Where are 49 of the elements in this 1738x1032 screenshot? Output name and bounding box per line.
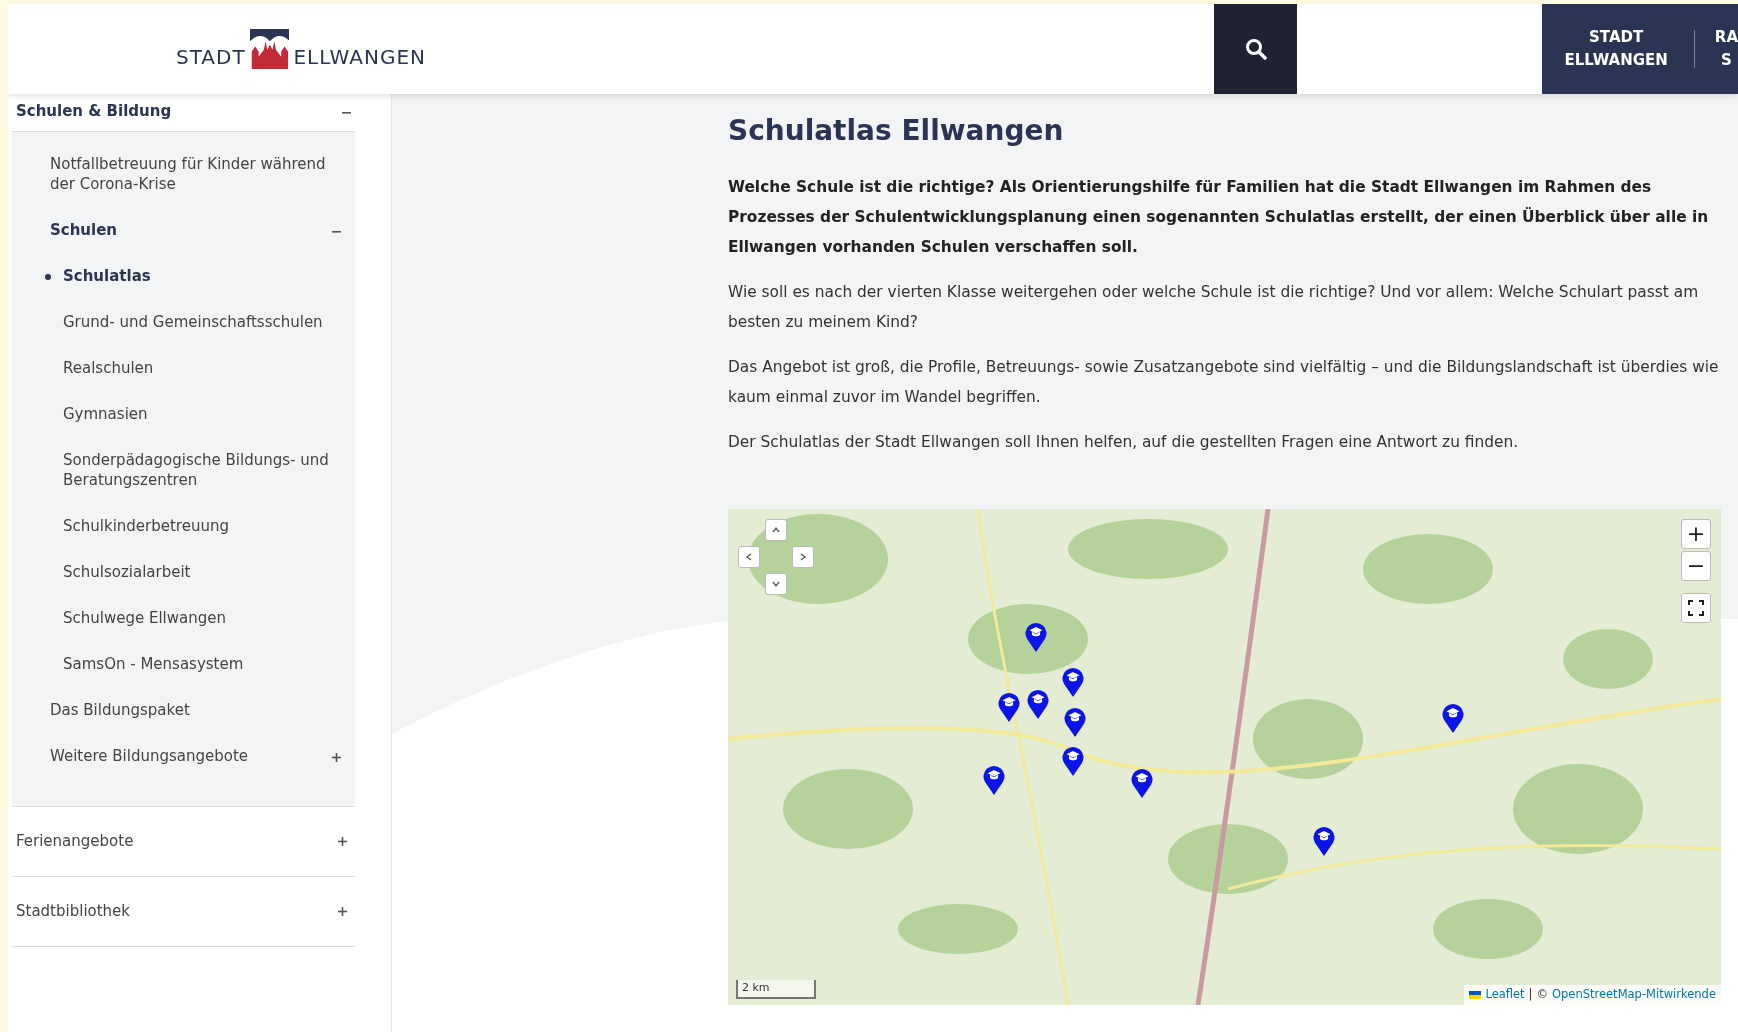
sidebar-item[interactable]: SamsOn - Mensasystem: [12, 654, 355, 700]
fullscreen-button[interactable]: [1681, 592, 1711, 623]
logo[interactable]: STADT ELLWANGEN: [176, 26, 426, 72]
sidebar-item[interactable]: Weitere Bildungsangebote: [12, 746, 355, 792]
search-button[interactable]: [1214, 4, 1298, 94]
paragraph: Welche Schule ist die richtige? Als Orientierungshilfe für Familien hat die Stadt Ellwangen im Rahmen des Prozesses der Schulentwicklungsplanung einen sogenannten Schulatlas erstellt, der einen Überblick über alle in Ellwangen vorhanden Schulen verschaffen soll.: [728, 176, 1710, 258]
nav-link[interactable]: RA S: [1694, 4, 1738, 94]
section-label: Schulen & Bildung: [16, 101, 172, 122]
logo-text: ELLWANGEN: [293, 44, 426, 71]
scale-bar: 2 km: [736, 980, 816, 999]
zoom-in-button[interactable]: +: [1681, 518, 1711, 549]
paragraph: Wie soll es nach der vierten Klasse weitergehen oder welche Schule ist die richtige? Und vor allem: Welche Schulart passt am besten zu meinem Kind?: [728, 281, 1700, 333]
pan-right-button[interactable]: [792, 545, 814, 568]
attribution-link[interactable]: OpenStreetMap-Mitwirkende: [1551, 986, 1716, 1004]
sidebar-item[interactable]: Realschulen: [12, 358, 355, 404]
logo-text: STADT: [176, 44, 246, 71]
sidebar-item[interactable]: Notfallbetreuung für Kinder während der Corona-Krise: [12, 154, 355, 220]
sidebar-item[interactable]: Schulatlas: [12, 266, 355, 312]
sidebar-item[interactable]: Das Bildungspaket: [12, 700, 355, 746]
paragraph: Das Angebot ist groß, die Profile, Betreuungs- sowie Zusatzangebote sind vielfältig – und die Bildungslandschaft ist überdies wie kaum einmal zuvor im Wandel begriffen.: [728, 356, 1720, 408]
sidebar-section-header[interactable]: Stadtbibliothek: [12, 877, 355, 947]
sidebar-item[interactable]: Schulen: [12, 220, 355, 266]
pan-down-button[interactable]: [765, 572, 787, 595]
nav-link[interactable]: STADT ELLWANGEN: [1542, 4, 1690, 94]
chevron-icon: [744, 551, 754, 562]
sidebar-item[interactable]: Gymnasien: [12, 404, 355, 450]
search-icon: [1244, 38, 1267, 60]
plus-icon[interactable]: [338, 837, 347, 846]
pan-left-button[interactable]: [738, 545, 760, 568]
page-title: Schulatlas Ellwangen: [728, 114, 1065, 148]
sidebar-item[interactable]: Sonderpädagogische Bildungs- und Beratungszentren: [12, 450, 355, 516]
sidebar-section-header[interactable]: Ferienangebote: [12, 807, 355, 877]
fullscreen-icon: [1688, 599, 1704, 616]
sidebar-item[interactable]: Grund- und Gemeinschaftsschulen: [12, 312, 355, 358]
sidebar-item[interactable]: Schulkinderbetreuung: [12, 516, 355, 562]
zoom-out-button[interactable]: −: [1681, 550, 1711, 581]
attribution-separator: |: [1528, 986, 1533, 1004]
paragraph: Der Schulatlas der Stadt Ellwangen soll Ihnen helfen, auf die gestellten Fragen eine Antwort zu finden.: [728, 431, 1520, 453]
attribution-link[interactable]: Leaflet: [1485, 986, 1525, 1004]
sidebar-item[interactable]: Schulwege Ellwangen: [12, 608, 355, 654]
plus-icon[interactable]: [338, 907, 347, 916]
castle-icon: [249, 26, 290, 72]
copyright-text: ©: [1536, 986, 1548, 1004]
bullet-icon: [45, 274, 51, 280]
plus-icon[interactable]: [332, 753, 341, 762]
chevron-icon: [798, 551, 808, 562]
pan-up-button[interactable]: [765, 518, 787, 541]
sidebar-item[interactable]: Schulsozialarbeit: [12, 562, 355, 608]
flag-icon: [1469, 990, 1482, 999]
